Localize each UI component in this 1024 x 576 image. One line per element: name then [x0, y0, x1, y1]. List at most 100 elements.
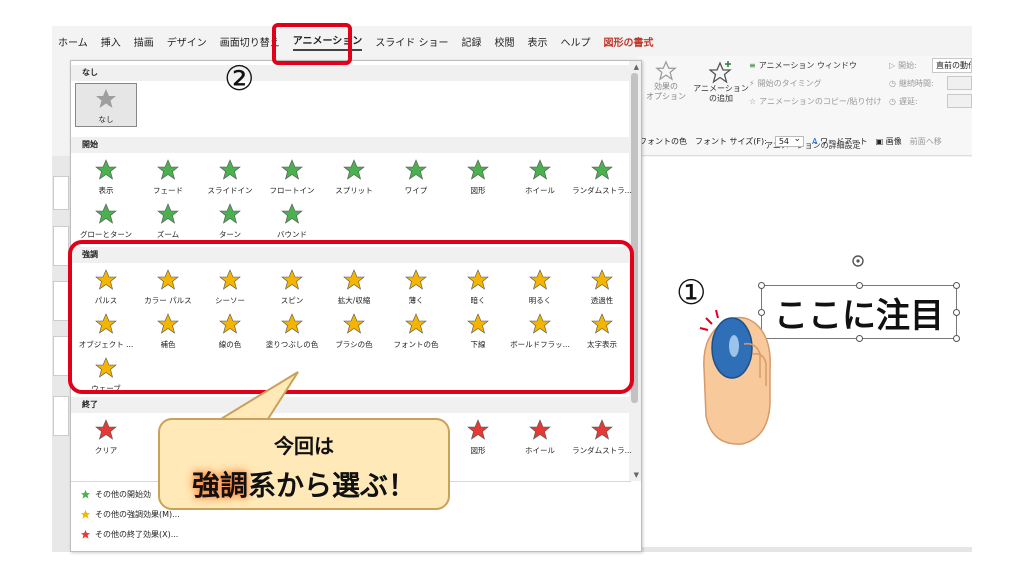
effect-options-icon	[655, 60, 677, 81]
tab-view[interactable]: 表示	[528, 34, 548, 49]
entrance-item[interactable]: ホイール	[509, 155, 571, 201]
emphasis-star-icon	[80, 509, 91, 519]
trigger-label: 開始のタイミング	[757, 79, 822, 88]
scroll-up-icon[interactable]: ▲	[634, 63, 639, 71]
rotate-handle-icon[interactable]	[850, 253, 866, 269]
entrance-item[interactable]: 表示	[75, 155, 137, 201]
resize-handle[interactable]	[953, 335, 960, 342]
add-animation-label: アニメーション の追加	[693, 84, 749, 103]
entrance-label: ワイプ	[404, 186, 428, 195]
mouse-hand-illustration	[699, 309, 771, 445]
font-color-button[interactable]: フォントの色	[639, 136, 687, 147]
section-none-header: なし	[71, 65, 631, 81]
entrance-item[interactable]: グローとターン	[75, 199, 137, 245]
exit-label: ホイール	[525, 446, 555, 455]
entrance-item[interactable]: スプリット	[323, 155, 385, 201]
image-button[interactable]: ▣ 画像	[876, 136, 902, 147]
exit-item[interactable]: クリア	[75, 415, 137, 461]
effect-options-button[interactable]: 効果の オプション	[645, 60, 687, 101]
font-size-select[interactable]: 54	[774, 134, 805, 147]
entrance-item[interactable]: ワイプ	[385, 155, 447, 201]
entrance-item[interactable]: ランダムストラ...	[571, 155, 633, 201]
format-toolbar: フォントの色 フォント サイズ(F): 54 A ワードアート ▣ 画像 前面へ…	[637, 130, 972, 152]
exit-item[interactable]: 図形	[447, 415, 509, 461]
tab-design[interactable]: デザイン	[167, 34, 207, 49]
entrance-item[interactable]: フェード	[137, 155, 199, 201]
entrance-item[interactable]: ターン	[199, 199, 261, 245]
start-select[interactable]: 直前の動作	[932, 58, 972, 73]
resize-handle[interactable]	[758, 282, 765, 289]
more-entrance-label: その他の開始効	[95, 490, 151, 499]
entrance-label: フェード	[153, 186, 183, 195]
entrance-item[interactable]: 図形	[447, 155, 509, 201]
animation-painter-button[interactable]: ☆ アニメーションのコピー/貼り付け	[749, 96, 882, 107]
exit-star-icon	[529, 419, 551, 440]
resize-handle[interactable]	[856, 335, 863, 342]
scroll-down-icon[interactable]: ▼	[634, 471, 639, 479]
animation-pane-label: アニメーション ウィンドウ	[758, 61, 857, 70]
entrance-item[interactable]: フロートイン	[261, 155, 323, 201]
exit-item[interactable]: ランダムストラ...	[571, 415, 633, 461]
delay-label-text: 遅延:	[898, 97, 918, 106]
entrance-label: ターン	[218, 230, 242, 239]
exit-star-icon	[467, 419, 489, 440]
resize-handle[interactable]	[953, 309, 960, 316]
slide-thumbnail[interactable]	[53, 176, 69, 210]
delay-input[interactable]	[947, 94, 972, 108]
more-exit-label: その他の終了効果(X)...	[95, 530, 179, 539]
more-entrance-effects[interactable]: その他の開始効	[80, 489, 151, 500]
exit-star-icon	[591, 419, 613, 440]
slide-thumbnail[interactable]	[53, 336, 69, 376]
callout-line1: 今回は	[274, 434, 334, 458]
anim-none-label: なし	[98, 115, 114, 124]
exit-star-icon	[80, 529, 91, 539]
slide-thumbnail[interactable]	[53, 226, 69, 266]
more-emphasis-effects[interactable]: その他の強調効果(M)...	[80, 509, 180, 520]
duration-input[interactable]	[947, 76, 972, 90]
entrance-star-icon	[219, 203, 241, 224]
entrance-star-icon	[80, 489, 91, 499]
entrance-star-icon	[95, 159, 117, 180]
font-size-label: フォント サイズ(F):	[695, 136, 767, 146]
slide-thumbnail[interactable]	[53, 281, 69, 321]
tab-draw[interactable]: 描画	[134, 34, 154, 49]
entrance-star-icon	[405, 159, 427, 180]
tab-transitions[interactable]: 画面切り替え	[220, 34, 280, 49]
tab-slideshow[interactable]: スライド ショー	[375, 34, 448, 49]
entrance-label: フロートイン	[269, 186, 315, 195]
highlight-animation-tab	[272, 23, 352, 65]
exit-label: クリア	[94, 446, 118, 455]
tab-record[interactable]: 記録	[462, 34, 482, 49]
wordart-icon: A	[812, 136, 818, 146]
section-entrance-header: 開始	[71, 137, 631, 153]
add-animation-button[interactable]: アニメーション の追加	[693, 60, 749, 103]
start-label-text: 開始:	[898, 61, 917, 70]
trigger-button[interactable]: ⚡ 開始のタイミング	[749, 78, 822, 89]
slide-thumbnail[interactable]	[53, 396, 69, 436]
clock-icon-2: ◷	[889, 97, 896, 106]
entrance-item[interactable]: バウンド	[261, 199, 323, 245]
exit-item[interactable]: ホイール	[509, 415, 571, 461]
animation-pane-button[interactable]: ≡ アニメーション ウィンドウ	[749, 60, 857, 71]
entrance-label: 図形	[470, 186, 486, 195]
more-exit-effects[interactable]: その他の終了効果(X)...	[80, 529, 178, 540]
callout-bubble: 今回は 強調系から選ぶ！	[158, 418, 450, 510]
bring-forward-button[interactable]: 前面へ移	[910, 136, 942, 147]
entrance-label: ホイール	[525, 186, 555, 195]
play-icon: ▷	[889, 61, 896, 70]
tab-insert[interactable]: 挿入	[101, 34, 121, 49]
anim-none[interactable]: なし	[75, 83, 137, 127]
entrance-item[interactable]: スライドイン	[199, 155, 261, 201]
tab-review[interactable]: 校閲	[495, 34, 515, 49]
entrance-item[interactable]: ズーム	[137, 199, 199, 245]
duration-label: ◷ 継続時間:	[889, 78, 934, 89]
more-emphasis-label: その他の強調効果(M)...	[95, 510, 180, 519]
entrance-star-icon	[467, 159, 489, 180]
resize-handle[interactable]	[953, 282, 960, 289]
tab-shape-format[interactable]: 図形の書式	[604, 34, 654, 49]
tab-help[interactable]: ヘルプ	[561, 34, 591, 49]
wordart-button[interactable]: A ワードアート	[812, 136, 868, 147]
resize-handle[interactable]	[856, 282, 863, 289]
tab-home[interactable]: ホーム	[58, 34, 88, 49]
selected-text-box[interactable]: ここに注目	[758, 282, 960, 342]
